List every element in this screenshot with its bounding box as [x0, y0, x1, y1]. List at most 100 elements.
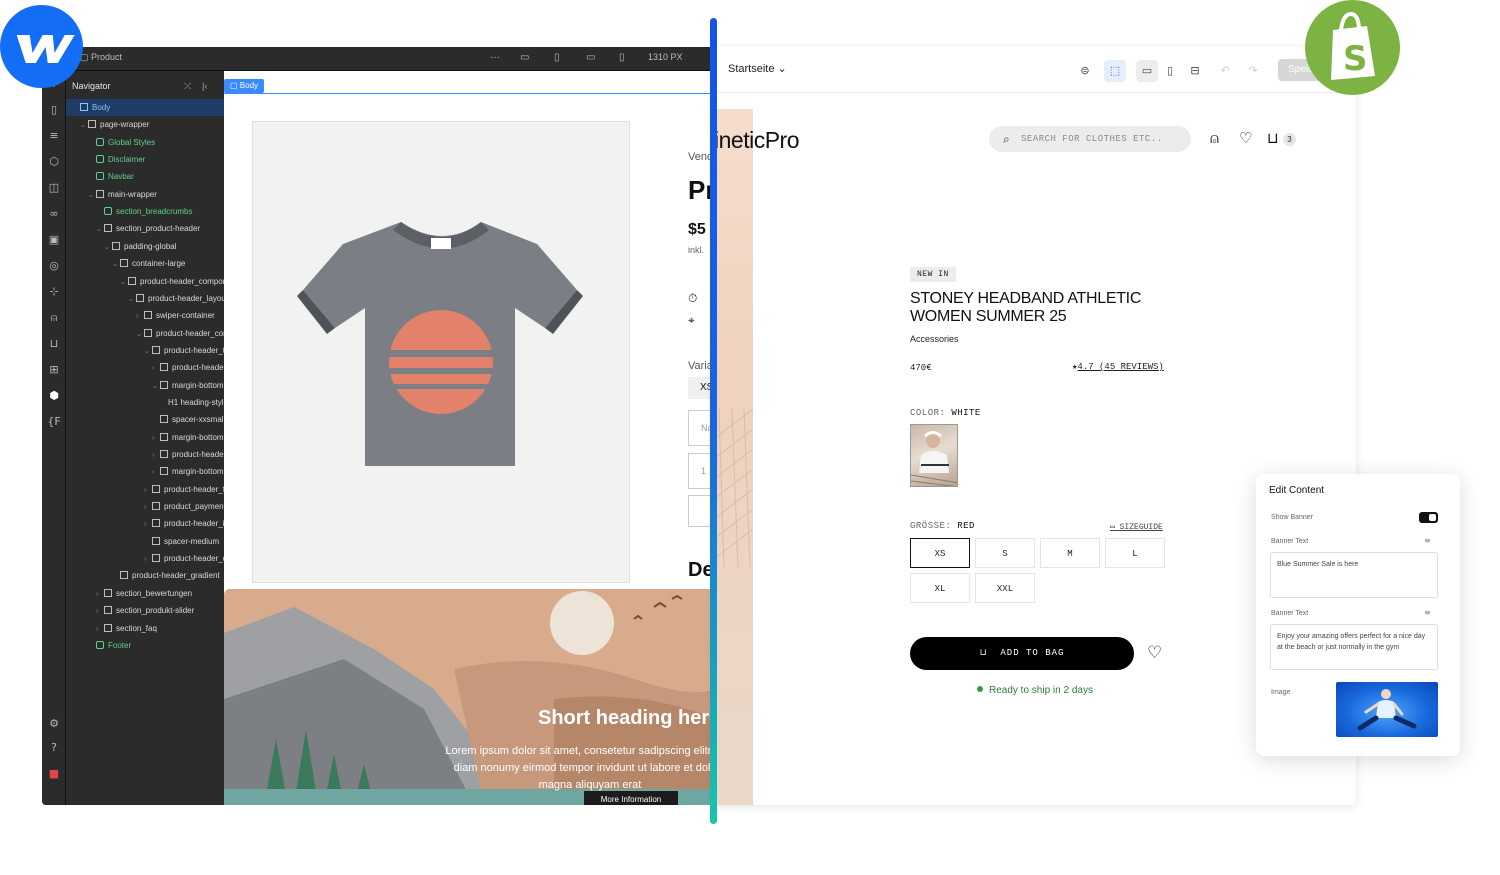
expand-caret-icon[interactable]: › [152, 447, 160, 463]
components-icon[interactable]: ⬡ [47, 155, 61, 169]
styles-icon[interactable]: ∞ [47, 207, 61, 221]
database-icon[interactable]: ≡ [1424, 608, 1431, 617]
navigator-row[interactable]: › product-header_details [66, 550, 224, 567]
navigator-row[interactable]: › product_payment [66, 498, 224, 515]
expand-caret-icon[interactable]: ⌄ [136, 326, 144, 342]
expand-caret-icon[interactable]: ⌄ [152, 378, 160, 394]
expand-caret-icon[interactable]: › [144, 551, 152, 567]
expand-caret-icon[interactable]: ⌄ [88, 187, 96, 203]
product-rating[interactable]: ★4.7 (45 REVIEWS) [1072, 362, 1164, 372]
user-icon[interactable]: ⍝ [1210, 129, 1219, 147]
expand-caret-icon[interactable]: ⌄ [104, 239, 112, 255]
expand-caret-icon[interactable]: ⌄ [144, 343, 152, 359]
navigator-row[interactable]: › section_bewertungen [66, 585, 224, 602]
navigator-row[interactable]: › section_produkt-slider [66, 602, 224, 619]
users-icon[interactable]: ⍝ [47, 311, 61, 325]
banner-text-field-2[interactable]: Enjoy your amazing offers perfect for a … [1270, 624, 1438, 670]
banner-image-picker[interactable] [1336, 682, 1438, 737]
page-selector[interactable]: Startseite ⌄ [728, 62, 787, 75]
size-option[interactable]: L [1105, 538, 1165, 568]
settings-icon[interactable]: ⚙ [47, 717, 61, 731]
inspector-icon[interactable]: ⊜ [1074, 60, 1096, 82]
page-breadcrumb[interactable]: ▢ Product [80, 52, 122, 63]
size-option[interactable]: S [975, 538, 1035, 568]
color-swatch[interactable] [910, 424, 958, 487]
store-logo[interactable]: ineticPro [714, 127, 799, 154]
navigator-row[interactable]: › section_faq [66, 620, 224, 637]
expand-caret-icon[interactable]: › [152, 430, 160, 446]
expand-caret-icon[interactable]: › [152, 360, 160, 376]
navigator-row[interactable]: ⌄ page-wrapper [66, 116, 224, 133]
expand-caret-icon[interactable]: ⌄ [80, 117, 88, 133]
comparison-divider[interactable] [710, 18, 717, 824]
desktop-view-icon[interactable]: ▭ [1136, 60, 1158, 82]
hero-button[interactable]: More Information [584, 791, 678, 805]
designer-canvas[interactable]: ▢ Body Vendor Pr $5 inkl. ⏱ ⌖ Varia XS N… [224, 71, 714, 805]
shopify-app-icon[interactable]: ⬢ [47, 389, 61, 403]
navigator-row[interactable]: ⌄ container-large [66, 255, 224, 272]
wishlist-heart-icon[interactable]: ♡ [1147, 643, 1162, 663]
navigator-row[interactable]: › product-header_info [66, 515, 224, 532]
apps-icon[interactable]: ⊞ [47, 363, 61, 377]
expand-caret-icon[interactable]: › [96, 621, 104, 637]
more-icon[interactable]: ··· [490, 52, 500, 63]
navigator-row[interactable]: › margin-bottom [66, 463, 224, 480]
navigator-row[interactable]: Footer [66, 637, 224, 654]
mobile-landscape-icon[interactable]: ▭ [586, 52, 595, 63]
collapse-icon[interactable]: ⤫ [184, 81, 191, 92]
shopping-bag-icon[interactable]: ⊔ [1267, 129, 1279, 147]
navigator-icon[interactable]: ≡ [47, 129, 61, 143]
mobile-view-icon[interactable]: ▯ [1159, 60, 1181, 82]
navigator-row[interactable]: ⌄ product-header_layout [66, 290, 224, 307]
navigator-row[interactable]: Global Styles [66, 134, 224, 151]
expand-caret-icon[interactable]: ⌄ [112, 256, 120, 272]
expand-caret-icon[interactable]: › [152, 464, 160, 480]
undo-icon[interactable]: ↶ [1214, 60, 1236, 82]
navigator-row[interactable]: ⌄ main-wrapper [66, 186, 224, 203]
tablet-breakpoint-icon[interactable]: ▯ [554, 52, 560, 63]
expand-caret-icon[interactable]: ⌄ [128, 291, 136, 307]
mobile-portrait-icon[interactable]: ▯ [619, 52, 625, 63]
heart-icon[interactable]: ♡ [1239, 129, 1252, 147]
navigator-row[interactable]: section_breadcrumbs [66, 203, 224, 220]
pin-icon[interactable]: |‹ [202, 81, 207, 91]
select-tool-icon[interactable]: ⬚ [1104, 60, 1126, 82]
navigator-row[interactable]: spacer-medium [66, 533, 224, 550]
expand-caret-icon[interactable]: › [144, 482, 152, 498]
navigator-row[interactable]: ⌄ section_product-header [66, 220, 224, 237]
size-option[interactable]: XS [910, 538, 970, 568]
help-icon[interactable]: ? [47, 741, 61, 755]
expand-caret-icon[interactable]: › [136, 308, 144, 324]
navigator-row[interactable]: › product-header_tag [66, 359, 224, 376]
assets-icon[interactable]: ▣ [47, 233, 61, 247]
size-option[interactable]: XXL [975, 573, 1035, 603]
navigator-row[interactable]: › product-header_price [66, 446, 224, 463]
navigator-row[interactable]: spacer-xxsmall [66, 411, 224, 428]
navigator-row[interactable]: ⌄ product-header_top [66, 342, 224, 359]
size-option[interactable]: M [1040, 538, 1100, 568]
expand-caret-icon[interactable]: › [144, 516, 152, 532]
record-icon[interactable]: ■ [47, 767, 61, 781]
ecommerce-icon[interactable]: ⊔ [47, 337, 61, 351]
desktop-breakpoint-icon[interactable]: ▭ [520, 52, 529, 63]
body-selection-tag[interactable]: ▢ Body [224, 79, 265, 93]
add-to-bag-button[interactable]: ⊔ ADD TO BAG [910, 637, 1134, 670]
fullscreen-icon[interactable]: ⊟ [1184, 60, 1206, 82]
banner-text-field[interactable]: Blue Summer Sale is here [1270, 552, 1438, 598]
navigator-row[interactable]: ⌄ padding-global [66, 238, 224, 255]
navigator-row[interactable]: › margin-bottom [66, 429, 224, 446]
show-banner-toggle[interactable] [1419, 512, 1438, 523]
expand-caret-icon[interactable]: › [144, 499, 152, 515]
navigator-row[interactable]: ⌄ margin-bottom [66, 377, 224, 394]
expand-caret-icon[interactable]: › [96, 586, 104, 602]
code-icon[interactable]: {F [47, 415, 61, 429]
navigator-row[interactable]: › swiper-container [66, 307, 224, 324]
navigator-row[interactable]: product-header_gradient [66, 567, 224, 584]
navigator-row[interactable]: ⌄ product-header_content [66, 325, 224, 342]
expand-caret-icon[interactable]: › [96, 603, 104, 619]
pages-icon[interactable]: ▯ [47, 103, 61, 117]
size-option[interactable]: XL [910, 573, 970, 603]
navigator-row[interactable]: H1 heading-style [66, 394, 224, 411]
navigator-row[interactable]: ⌄ product-header_component [66, 273, 224, 290]
search-input[interactable]: SEARCH FOR CLOTHES ETC.. [989, 126, 1191, 152]
